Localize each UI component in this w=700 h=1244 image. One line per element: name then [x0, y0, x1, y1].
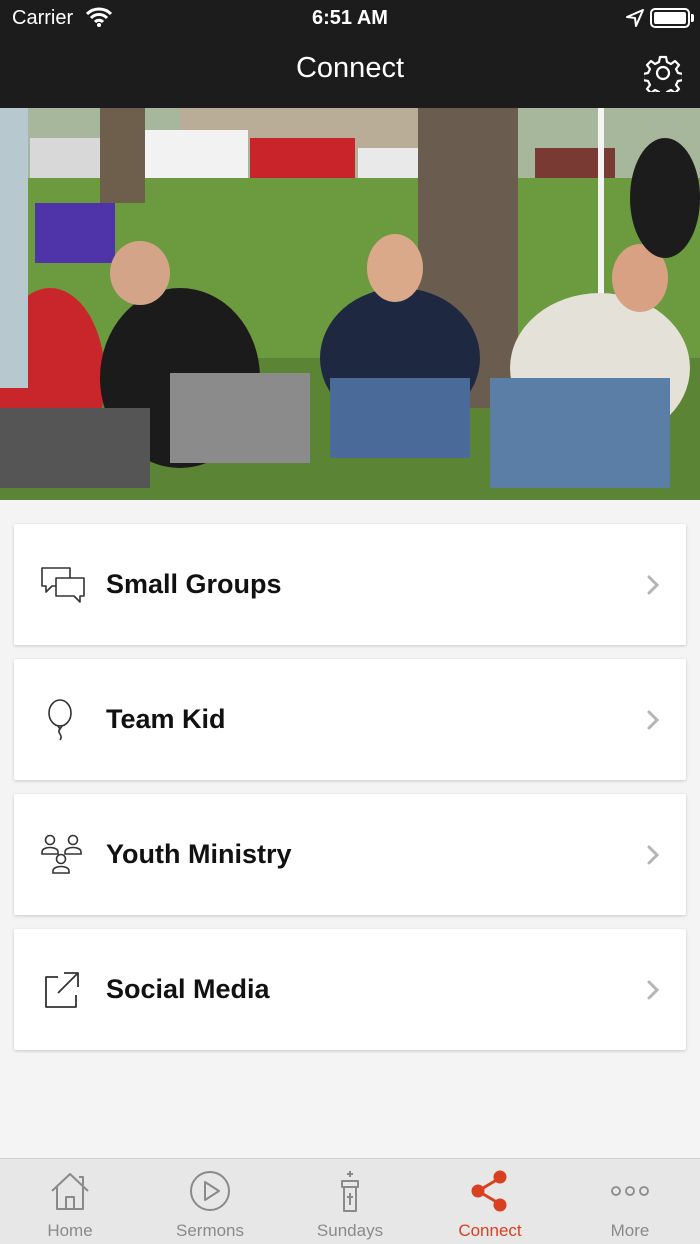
share-icon [471, 1170, 507, 1212]
menu-item-team-kid[interactable]: Team Kid [14, 659, 686, 780]
people-group-icon [41, 834, 82, 874]
menu-item-youth-ministry[interactable]: Youth Ministry [14, 794, 686, 915]
tab-label: Home [47, 1221, 93, 1240]
chat-bubbles-icon [41, 567, 85, 603]
menu-item-social-media[interactable]: Social Media [14, 929, 686, 1050]
hero-photo [0, 108, 700, 500]
tab-connect[interactable]: Connect [420, 1159, 560, 1244]
clock: 6:51 AM [312, 7, 388, 29]
balloon-icon [48, 699, 72, 741]
menu-item-small-groups[interactable]: Small Groups [14, 524, 686, 645]
external-link-icon [45, 972, 79, 1008]
chevron-right-icon [647, 575, 660, 595]
gear-icon[interactable] [644, 54, 682, 92]
tab-more[interactable]: More [560, 1159, 700, 1244]
menu-item-label: Social Media [106, 974, 270, 1004]
page-title: Connect [295, 52, 404, 84]
hero-image [0, 108, 700, 500]
tab-label: Sermons [175, 1221, 245, 1240]
more-dots-icon [611, 1186, 649, 1196]
tab-label: More [610, 1221, 650, 1240]
tab-home[interactable]: Home [0, 1159, 140, 1244]
navigation-header: Carrier 6:51 AM Connect [0, 0, 700, 108]
chevron-right-icon [647, 710, 660, 730]
play-circle-icon [190, 1171, 230, 1211]
status-bar: Carrier 6:51 AM [0, 0, 700, 36]
battery-tip [691, 14, 694, 22]
location-arrow-icon [626, 9, 644, 27]
menu-item-label: Youth Ministry [106, 839, 292, 869]
menu-item-label: Team Kid [106, 704, 226, 734]
home-icon [51, 1173, 89, 1210]
tab-label: Sundays [316, 1221, 384, 1240]
tab-label: Connect [458, 1221, 522, 1240]
menu-item-label: Small Groups [106, 569, 282, 599]
tab-sermons[interactable]: Sermons [140, 1159, 280, 1244]
tab-bar: Home Sermons Sundays Connect More [0, 1158, 700, 1244]
tab-sundays[interactable]: Sundays [280, 1159, 420, 1244]
church-icon [341, 1171, 359, 1212]
battery-icon [650, 8, 690, 28]
chevron-right-icon [647, 980, 660, 1000]
chevron-right-icon [647, 845, 660, 865]
